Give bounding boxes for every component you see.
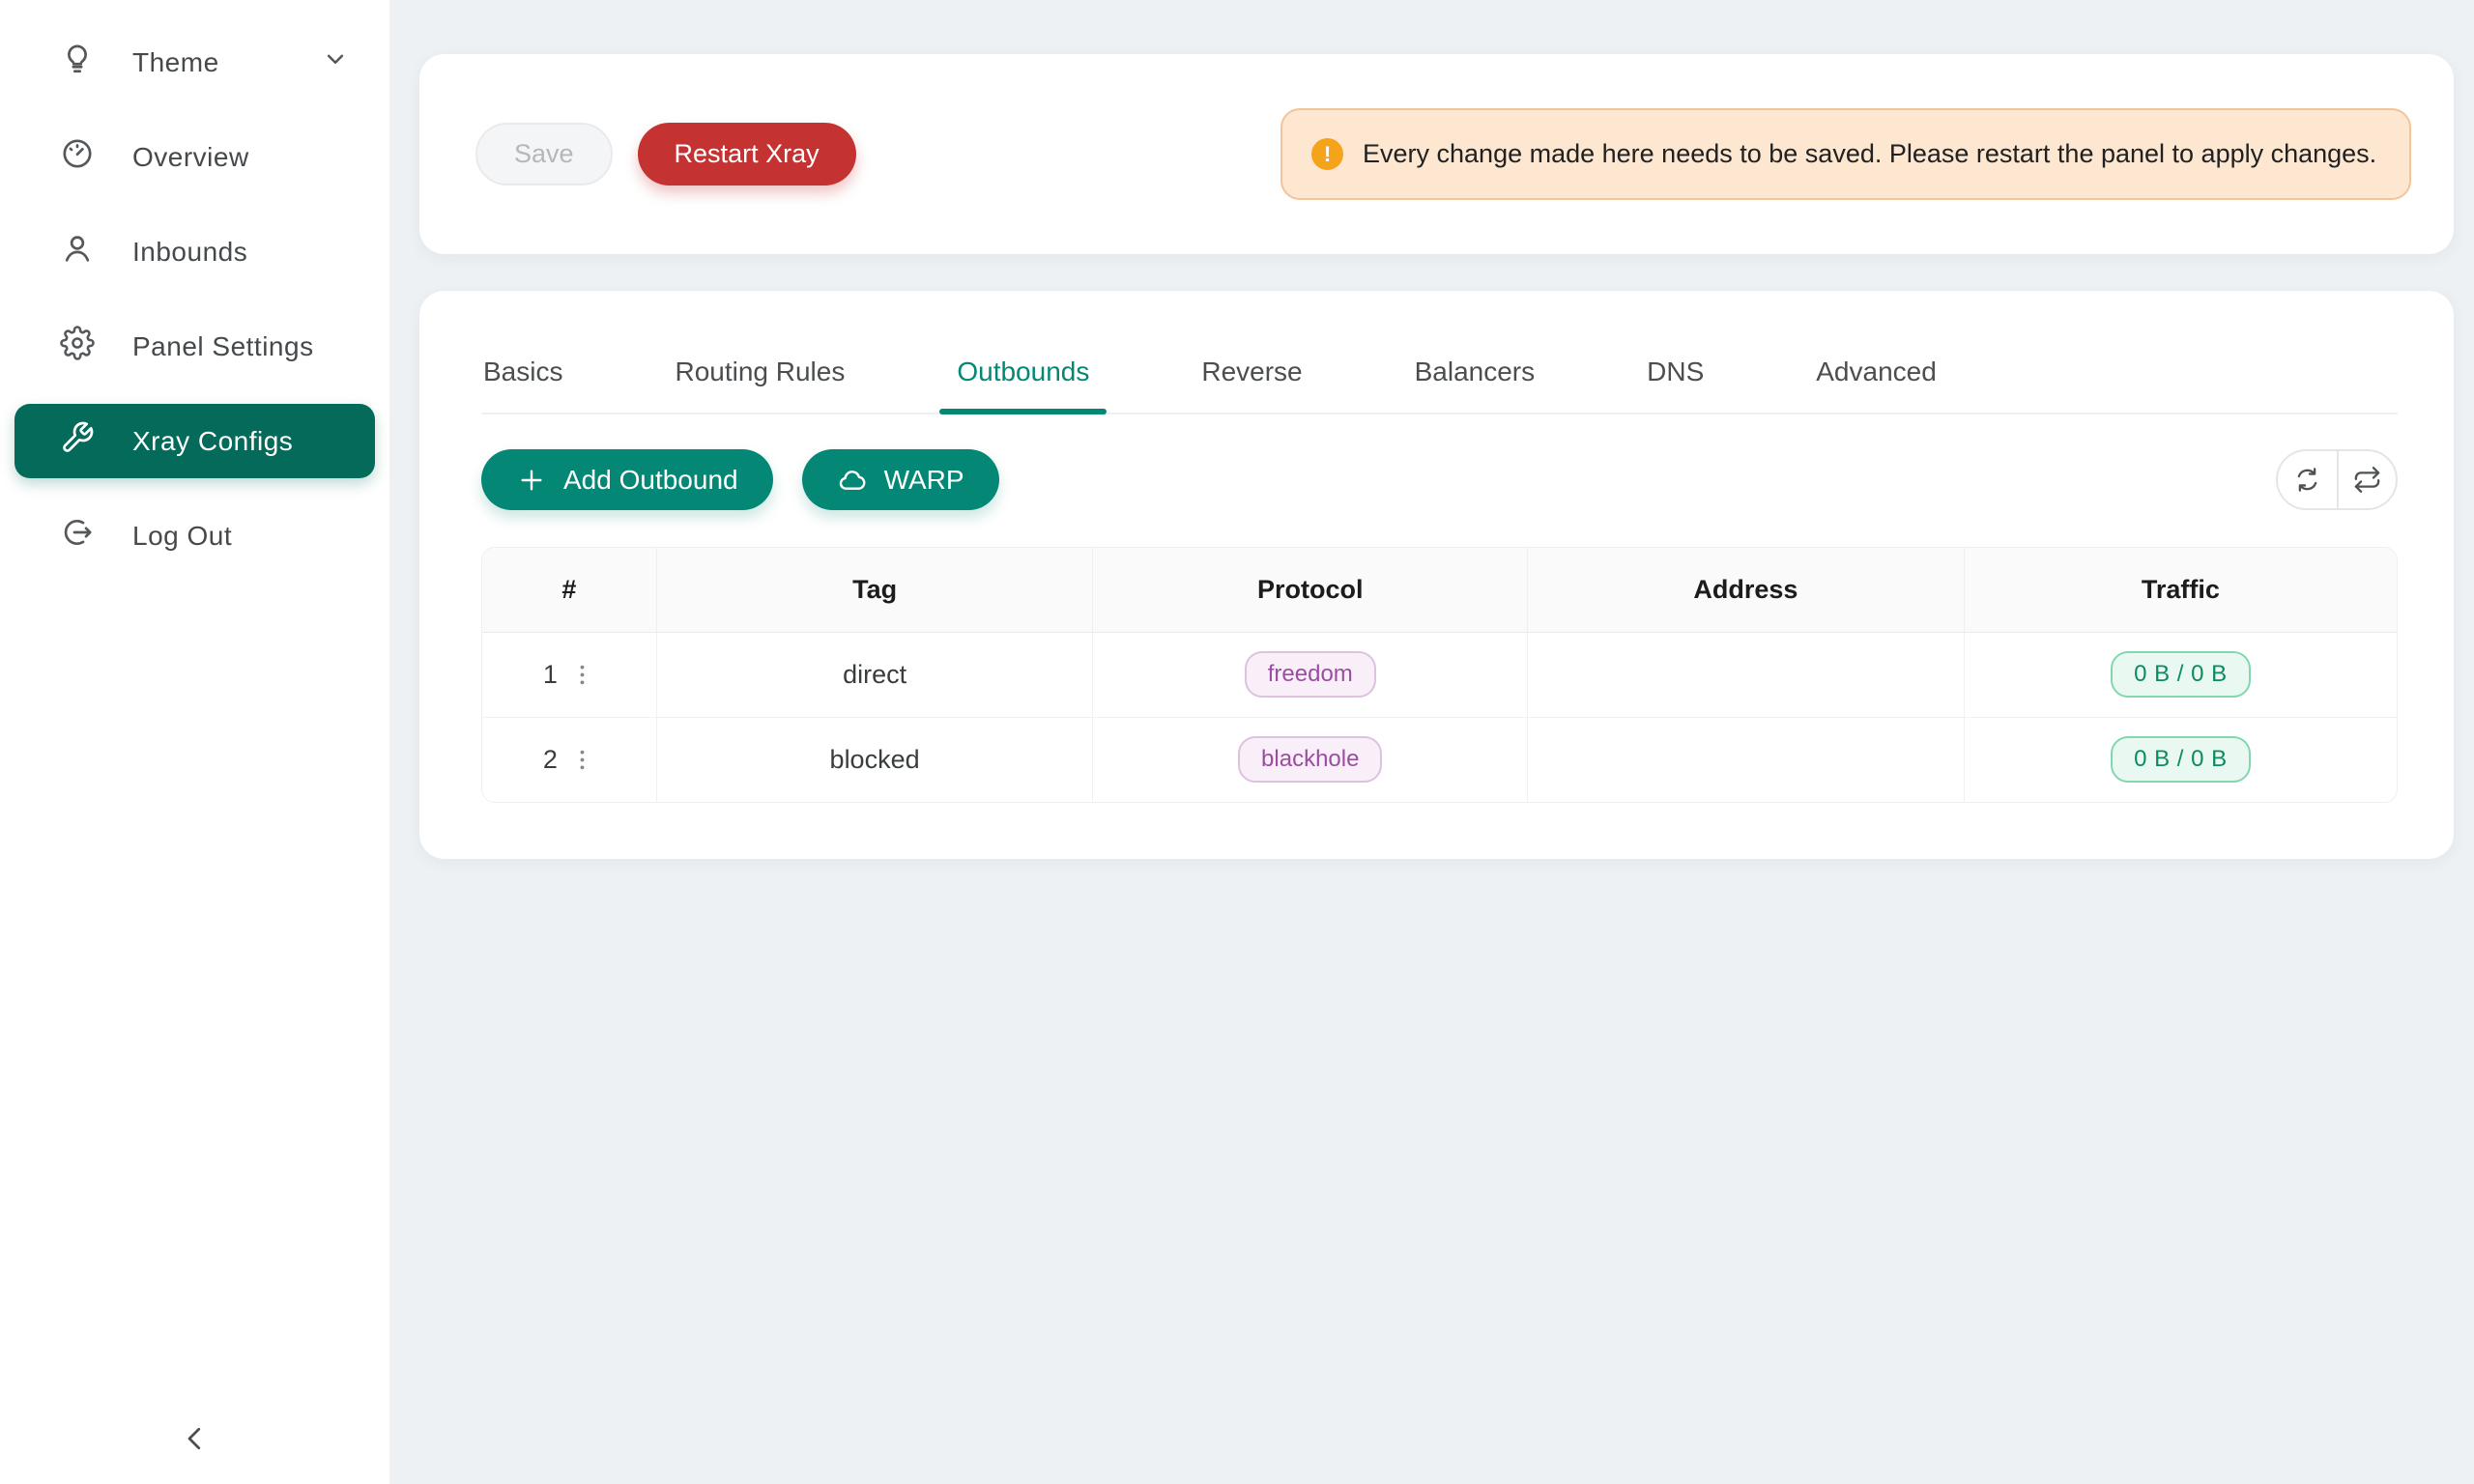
- column-header-protocol: Protocol: [1093, 548, 1528, 632]
- tab-basics[interactable]: Basics: [481, 341, 564, 413]
- add-outbound-label: Add Outbound: [563, 465, 738, 496]
- row-menu-button[interactable]: [569, 747, 595, 773]
- gauge-icon: [60, 136, 95, 178]
- plus-icon: [516, 465, 547, 496]
- table-header-row: # Tag Protocol Address Traffic: [482, 548, 2397, 632]
- sidebar-item-panel-settings[interactable]: Panel Settings: [14, 309, 375, 384]
- config-tabs: Basics Routing Rules Outbounds Reverse B…: [481, 341, 2398, 414]
- outbounds-actions-row: Add Outbound WARP: [481, 449, 2398, 510]
- warning-alert-message: Every change made here needs to be saved…: [1363, 133, 2376, 175]
- cloud-icon: [837, 465, 868, 496]
- more-vertical-icon: [569, 747, 595, 773]
- column-header-tag: Tag: [656, 548, 1093, 632]
- more-vertical-icon: [569, 662, 595, 688]
- row-address: [1528, 717, 1965, 802]
- tab-routing-rules[interactable]: Routing Rules: [673, 341, 847, 413]
- sidebar-item-label: Xray Configs: [132, 426, 293, 457]
- sidebar-item-label: Overview: [132, 142, 249, 173]
- outbounds-table: # Tag Protocol Address Traffic 1: [481, 547, 2398, 803]
- tab-dns[interactable]: DNS: [1645, 341, 1706, 413]
- chevron-down-icon: [321, 44, 350, 80]
- row-menu-button[interactable]: [569, 662, 595, 688]
- traffic-badge: 0 B / 0 B: [2111, 736, 2251, 783]
- warning-icon: !: [1311, 138, 1343, 170]
- lightbulb-icon: [60, 42, 95, 83]
- refresh-icon: [2292, 465, 2322, 495]
- sidebar-item-label: Panel Settings: [132, 331, 314, 362]
- sidebar-item-overview[interactable]: Overview: [14, 120, 375, 194]
- toolbar-card: Save Restart Xray ! Every change made he…: [419, 54, 2454, 254]
- restart-xray-button[interactable]: Restart Xray: [638, 123, 856, 186]
- app-root: Theme Overview Inbounds: [0, 0, 2474, 1484]
- table-row: 2 blocked blackhole 0 B / 0 B: [482, 717, 2397, 802]
- protocol-badge: freedom: [1245, 651, 1376, 698]
- tab-advanced[interactable]: Advanced: [1814, 341, 1939, 413]
- repeat-icon: [2352, 465, 2382, 495]
- main-content: Save Restart Xray ! Every change made he…: [389, 0, 2474, 1484]
- tab-balancers[interactable]: Balancers: [1413, 341, 1538, 413]
- gear-icon: [60, 326, 95, 367]
- warning-alert: ! Every change made here needs to be sav…: [1280, 108, 2411, 200]
- sidebar-item-logout[interactable]: Log Out: [14, 499, 375, 573]
- tab-reverse[interactable]: Reverse: [1199, 341, 1304, 413]
- column-header-address: Address: [1528, 548, 1965, 632]
- save-button[interactable]: Save: [475, 123, 613, 186]
- table-row: 1 direct freedom 0 B / 0 B: [482, 632, 2397, 717]
- sidebar-item-inbounds[interactable]: Inbounds: [14, 214, 375, 289]
- chevron-left-icon: [178, 1421, 213, 1461]
- warp-label: WARP: [884, 465, 964, 496]
- sidebar-item-label: Log Out: [132, 521, 232, 552]
- sidebar-item-label: Theme: [132, 47, 219, 78]
- reload-outbounds-button[interactable]: [2337, 451, 2396, 508]
- row-tag: blocked: [656, 717, 1093, 802]
- tab-outbounds[interactable]: Outbounds: [955, 341, 1091, 413]
- person-icon: [60, 231, 95, 272]
- sidebar-item-xray-configs[interactable]: Xray Configs: [14, 404, 375, 478]
- row-tag: direct: [656, 632, 1093, 717]
- column-header-traffic: Traffic: [1964, 548, 2397, 632]
- add-outbound-button[interactable]: Add Outbound: [481, 449, 773, 510]
- row-address: [1528, 632, 1965, 717]
- sidebar-item-label: Inbounds: [132, 237, 247, 268]
- row-index: 1: [543, 660, 558, 690]
- logout-icon: [60, 515, 95, 556]
- sidebar: Theme Overview Inbounds: [0, 0, 389, 1484]
- xray-config-card: Basics Routing Rules Outbounds Reverse B…: [419, 291, 2454, 859]
- warp-button[interactable]: WARP: [802, 449, 999, 510]
- protocol-badge: blackhole: [1238, 736, 1382, 783]
- column-header-index: #: [482, 548, 656, 632]
- sidebar-item-theme[interactable]: Theme: [14, 25, 375, 100]
- sidebar-collapse-button[interactable]: [0, 1421, 389, 1461]
- table-refresh-group: [2276, 449, 2398, 510]
- refresh-button[interactable]: [2278, 451, 2337, 508]
- wrench-icon: [60, 420, 95, 462]
- traffic-badge: 0 B / 0 B: [2111, 651, 2251, 698]
- row-index: 2: [543, 745, 558, 775]
